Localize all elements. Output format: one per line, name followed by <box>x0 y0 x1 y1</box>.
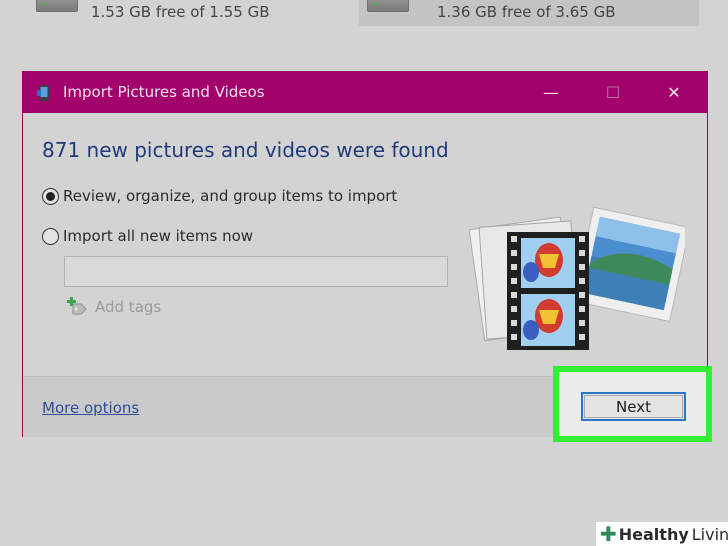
add-tags-label: Add tags <box>95 298 162 316</box>
add-tags: Add tags <box>67 296 161 318</box>
next-highlight: Next <box>553 366 712 442</box>
more-options-link[interactable]: More options <box>42 399 139 417</box>
watermark-plus-icon: ✚ <box>600 522 617 546</box>
close-button[interactable]: ✕ <box>651 72 697 113</box>
watermark-text: Living <box>691 524 728 544</box>
radio-import-all[interactable] <box>42 227 59 245</box>
drive-item-left[interactable]: 1.53 GB free of 1.55 GB <box>0 0 340 26</box>
tag-input <box>64 256 448 287</box>
option-import-all[interactable]: Import all new items now <box>42 227 253 245</box>
hard-drive-icon <box>367 0 409 12</box>
drive-free-space: 1.53 GB free of 1.55 GB <box>91 3 270 21</box>
hard-drive-icon <box>36 0 78 12</box>
add-tags-icon <box>67 297 87 315</box>
maximize-button: ☐ <box>605 83 621 102</box>
radio-review-organize[interactable] <box>42 187 59 205</box>
drive-free-space: 1.36 GB free of 3.65 GB <box>437 3 616 21</box>
dialog-titlebar[interactable]: Import Pictures and Videos — ☐ ✕ <box>23 72 707 113</box>
option-review-organize[interactable]: Review, organize, and group items to imp… <box>42 187 397 205</box>
dialog-title: Import Pictures and Videos <box>63 83 265 101</box>
phone-import-icon <box>37 85 49 101</box>
next-button[interactable]: Next <box>581 392 686 421</box>
option-import-all-label: Import all new items now <box>63 227 254 245</box>
watermark: ✚ Healthy Living <box>596 522 728 546</box>
minimize-button[interactable]: — <box>528 72 574 113</box>
drive-item-right[interactable]: 1.36 GB free of 3.65 GB <box>359 0 699 26</box>
photos-and-film-icon <box>469 206 685 350</box>
watermark-text-bold: Healthy <box>618 524 689 544</box>
found-headline: 871 new pictures and videos were found <box>42 138 449 162</box>
option-review-label: Review, organize, and group items to imp… <box>63 187 398 205</box>
